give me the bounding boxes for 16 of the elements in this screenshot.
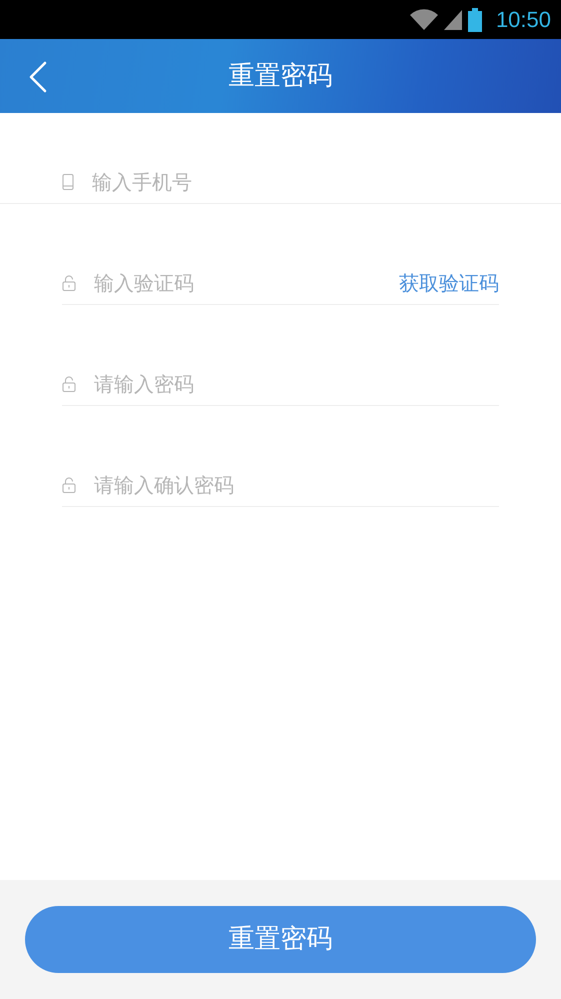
input-field[interactable]: 请输入密码 — [94, 363, 499, 405]
battery-icon — [468, 8, 482, 32]
input-field[interactable]: 输入验证码 — [94, 262, 399, 304]
signal-icon — [444, 10, 462, 30]
wifi-icon — [410, 8, 438, 30]
input-field[interactable]: 输入手机号 — [92, 161, 499, 203]
get-code-link[interactable]: 获取验证码 — [399, 268, 499, 298]
lock-icon — [62, 275, 76, 291]
lock-icon — [62, 376, 76, 392]
back-icon — [29, 61, 47, 93]
phone-icon — [62, 174, 74, 190]
clock: 10:50 — [496, 6, 551, 34]
reset-password-button[interactable]: 重置密码 — [25, 906, 536, 973]
page-title: 重置密码 — [228, 60, 332, 92]
input-field[interactable]: 请输入确认密码 — [94, 464, 499, 506]
lock-icon — [62, 477, 76, 493]
